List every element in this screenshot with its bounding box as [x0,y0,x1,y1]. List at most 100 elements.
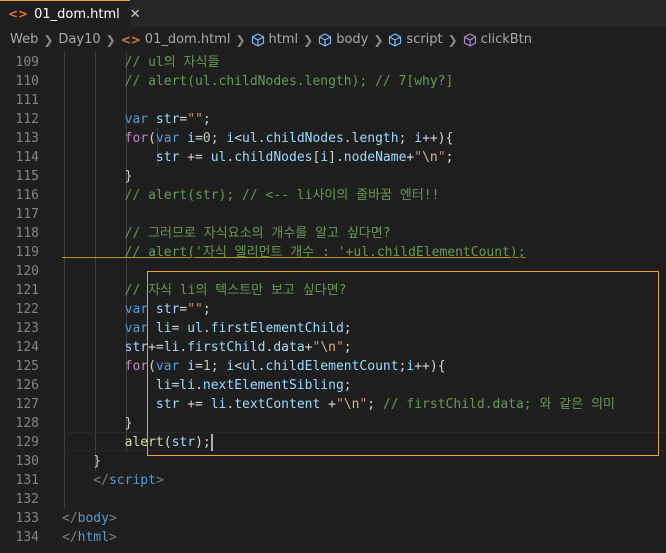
breadcrumb-label: clickBtn [480,32,533,47]
code-token: nodeName [343,150,407,165]
code-line[interactable]: 123 var li= ul.firstElementChild; [0,319,666,338]
code-token: str [155,112,180,127]
code-token: \n [320,340,336,355]
code-token: // firstChild.data; 와 같은 의미 [382,397,615,412]
breadcrumb-item-clickbtn[interactable]: clickBtn [463,32,532,47]
code-line[interactable]: 124 str+=li.firstChild.data+"\n"; [0,338,666,357]
code-text: // 자식 li의 텍스트만 보고 싶다면? [62,281,347,300]
breadcrumb-label: body [336,32,369,47]
code-line[interactable]: 133 </body> [0,509,666,528]
code-token: += [179,397,211,412]
code-token: str [62,397,180,412]
code-token: += [179,150,211,165]
code-line[interactable]: 116 // alert(str); // <-- li사이의 줄바꿈 엔터!! [0,186,666,205]
code-token: . [202,321,211,336]
code-token: 0 [202,131,211,146]
code-token: script [108,473,156,488]
code-token: ( [148,131,156,146]
breadcrumb-label: 01_dom.html [144,32,231,47]
code-token: data [273,340,305,355]
code-token: // 그러므로 자식요소의 개수를 알고 싶다면? [62,226,391,241]
code-token: nextElementSibling [202,378,344,393]
code-line[interactable]: 109 // ul의 자식들 [0,53,666,72]
breadcrumb-item-script[interactable]: script [388,32,443,47]
code-line[interactable]: 115 } [0,167,666,186]
tab-01-dom-html[interactable]: <> 01_dom.html ✕ [0,0,141,27]
code-token: ul [187,321,203,336]
code-line[interactable]: 126 li=li.nextElementSibling; [0,376,666,395]
code-token: > [108,530,117,545]
code-line[interactable]: 120 [0,262,666,281]
code-token: > [108,511,117,526]
code-token: li [179,378,196,393]
code-token: = [195,131,203,146]
code-line[interactable]: 129 alert(str); [0,433,666,452]
line-number: 114 [15,150,39,165]
code-token: i [187,131,196,146]
breadcrumb-item-day10[interactable]: Day10 [58,32,100,47]
code-line[interactable]: 110 // alert(ul.childNodes.length); // 7… [0,72,666,91]
code-line[interactable]: 111 [0,91,666,110]
line-number: 118 [15,226,39,241]
close-icon[interactable]: ✕ [130,7,141,22]
code-token: li [155,321,172,336]
code-token: ); [195,435,211,450]
element-cube-icon [388,32,402,47]
code-line[interactable]: 128 } [0,414,666,433]
code-token: html [77,530,109,545]
code-line[interactable]: 117 [0,205,666,224]
code-token: "" [187,302,203,317]
code-line[interactable]: 121 // 자식 li의 텍스트만 보고 싶다면? [0,281,666,300]
code-line[interactable]: 114 str += ul.childNodes[i].nodeName+"\n… [0,148,666,167]
code-line[interactable]: 112 var str=""; [0,110,666,129]
code-token: for [62,359,149,374]
code-line[interactable]: 134 </html> [0,528,666,547]
code-editor[interactable]: 109 // ul의 자식들 110 // alert(ul.childNodes… [0,52,666,553]
line-number: 121 [15,283,39,298]
code-token: str [62,150,180,165]
code-line[interactable]: 119 // alert('자식 엘리먼트 개수 : '+ul.childEle… [0,243,666,262]
code-token: ; [445,150,454,165]
code-text: </script> [62,471,164,490]
code-text: // alert(ul.childNodes.length); // 7[why… [62,72,454,91]
text-cursor [210,434,213,451]
breadcrumb-item-file[interactable]: <> 01_dom.html [121,32,231,47]
code-line[interactable]: 125 for(var i=1; i<ul.childElementCount;… [0,357,666,376]
code-token: ul [242,131,258,146]
code-text: str += li.textContent +"\n"; // firstChi… [62,395,615,414]
code-token: ( [163,435,172,450]
code-token: . [343,131,352,146]
code-line[interactable]: 113 for(var i=0; i<ul.childNodes.length;… [0,129,666,148]
code-line[interactable]: 122 var str=""; [0,300,666,319]
code-token: li [163,340,180,355]
code-token: // ul의 자식들 [62,55,220,70]
line-number: 132 [15,492,39,507]
code-token: // alert(ul.childNodes.length); // 7[why… [62,74,454,89]
code-token: . [257,131,266,146]
code-line[interactable]: 118 // 그러므로 자식요소의 개수를 알고 싶다면? [0,224,666,243]
code-token: for [62,131,149,146]
code-token: ++){ [422,131,454,146]
code-token: body [77,511,109,526]
element-cube-icon [251,32,265,47]
code-token: ; [343,321,352,336]
code-token: ( [148,359,156,374]
code-line[interactable]: 130 } [0,452,666,471]
line-number: 134 [15,530,39,545]
chevron-right-icon: ❯ [303,32,314,47]
code-token: . [195,378,203,393]
code-line[interactable]: 127 str += li.textContent +"\n"; // firs… [0,395,666,414]
code-line[interactable]: 131 </script> [0,471,666,490]
breadcrumb-item-web[interactable]: Web [10,32,38,47]
breadcrumb-item-html[interactable]: html [251,32,298,47]
code-token: alert [62,435,164,450]
code-text: } [62,452,101,471]
breadcrumb-item-body[interactable]: body [318,32,368,47]
code-token: > [155,473,164,488]
code-token: str [155,302,180,317]
code-line[interactable]: 132 [0,490,666,509]
code-token: length [351,131,399,146]
line-number: 120 [15,264,39,279]
line-number: 125 [15,359,39,374]
